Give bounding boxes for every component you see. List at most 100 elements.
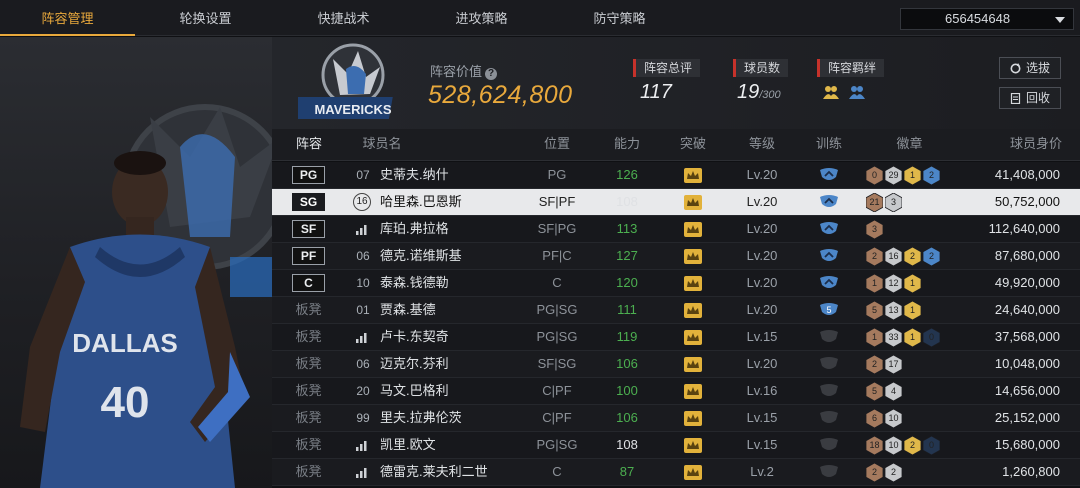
badge-count: 2 [871,251,877,261]
bench-label: 板凳 [295,302,322,317]
help-icon[interactable]: ? [485,68,498,80]
badge-hex-icon: 16 [884,246,903,267]
training-shield-icon[interactable] [818,248,840,264]
breakthrough-crown-icon[interactable] [684,411,702,426]
player-level: Lv.20 [746,194,778,209]
col-price[interactable]: 球员身价 [972,129,1062,161]
lineup-value: 528,624,800 [428,81,573,109]
breakthrough-crown-icon[interactable] [684,303,702,318]
player-name[interactable]: 德克.诺维斯基 [380,243,462,269]
breakthrough-crown-icon[interactable] [684,330,702,345]
badge-count: 4 [890,386,896,396]
badge-hex-icon: 2 [865,354,884,375]
player-name[interactable]: 卢卡.东契奇 [380,324,449,350]
training-shield-icon[interactable] [818,410,840,426]
breakthrough-crown-icon[interactable] [684,465,702,480]
table-row[interactable]: SG 16 哈里森.巴恩斯 SF|PF 108 Lv.20 21 3 50,752,000 [272,189,1080,216]
table-row[interactable]: SF 库珀.弗拉格 SF|PG 113 Lv.20 3 112,640,000 [272,216,1080,243]
player-level: Lv.15 [746,437,778,452]
training-shield-icon[interactable] [818,437,840,453]
training-shield-icon[interactable] [818,221,840,237]
jersey-number: 99 [356,411,370,425]
lineup-bond-icons[interactable] [822,84,870,105]
table-row[interactable]: 板凳 凯里.欧文 PG|SG 108 Lv.15 18 10 2 0 15,680,000 [272,432,1080,459]
training-shield-icon[interactable] [818,383,840,399]
player-name[interactable]: 里夫.拉弗伦茨 [380,405,462,431]
col-ability[interactable]: 能力 [592,129,662,161]
player-name[interactable]: 德雷克.莱夫利二世 [380,459,488,485]
slot-badge: C [292,274,325,292]
badge-hex-icon: 4 [884,381,903,402]
player-name[interactable]: 马文.巴格利 [380,378,449,404]
training-shield-icon[interactable] [818,329,840,345]
lineup-value-label: 阵容价值? [430,61,498,80]
player-level: Lv.20 [746,275,778,290]
bench-label: 板凳 [295,383,322,398]
account-id: 656454648 [945,11,1011,26]
account-select[interactable]: 656454648 [900,8,1074,30]
training-shield-icon[interactable] [818,194,840,210]
breakthrough-crown-icon[interactable] [684,384,702,399]
badge-hex-icon: 18 [865,435,884,456]
recycle-button[interactable]: 回收 [999,87,1061,109]
tab-lineup[interactable]: 阵容管理 [0,0,135,36]
breakthrough-crown-icon[interactable] [684,357,702,372]
trade-button[interactable]: 选拔 [999,57,1061,79]
badge-count: 6 [871,413,877,423]
table-row[interactable]: PF 06 德克.诺维斯基 PF|C 127 Lv.20 2 16 2 2 87,680,000 [272,243,1080,270]
tab-offense[interactable]: 进攻策略 [414,0,549,36]
tab-quick-tactics[interactable]: 快捷战术 [276,0,411,36]
table-row[interactable]: 板凳 01 贾森.基德 PG|SG 111 Lv.20 5 5 13 1 24,640,000 [272,297,1080,324]
badge-count: 2 [871,359,877,369]
badge-hex-icon: 2 [865,246,884,267]
player-name[interactable]: 史蒂夫.纳什 [380,162,449,188]
table-row[interactable]: 板凳 卢卡.东契奇 PG|SG 119 Lv.15 1 33 1 0 37,568,000 [272,324,1080,351]
badge-hex-icon: 17 [884,354,903,375]
player-name[interactable]: 哈里森.巴恩斯 [380,189,462,215]
breakthrough-crown-icon[interactable] [684,438,702,453]
jersey-number: 07 [356,168,370,182]
table-row[interactable]: 板凳 20 马文.巴格利 C|PF 100 Lv.16 5 4 14,656,000 [272,378,1080,405]
table-row[interactable]: 板凳 99 里夫.拉弗伦茨 C|PF 106 Lv.15 6 10 25,152,000 [272,405,1080,432]
table-row[interactable]: 板凳 德雷克.莱夫利二世 C 87 Lv.2 2 2 1,260,800 [272,459,1080,486]
player-name[interactable]: 泰森.钱德勒 [380,270,449,296]
col-slot[interactable]: 阵容 [284,129,334,161]
training-shield-icon[interactable] [818,275,840,291]
table-row[interactable]: PG 07 史蒂夫.纳什 PG 126 Lv.20 0 29 1 2 41,408,000 [272,162,1080,189]
col-breakthrough[interactable]: 突破 [658,129,728,161]
badge-hex-icon: 21 [865,192,884,213]
player-name[interactable]: 迈克尔.芬利 [380,351,449,377]
col-name[interactable]: 球员名 [352,129,412,161]
jersey-number-text: 40 [101,378,150,427]
player-ability: 108 [616,194,638,209]
col-position[interactable]: 位置 [522,129,592,161]
col-level[interactable]: 等级 [727,129,797,161]
table-row[interactable]: C 10 泰森.钱德勒 C 120 Lv.20 1 12 1 49,920,000 [272,270,1080,297]
breakthrough-crown-icon[interactable] [684,168,702,183]
col-training[interactable]: 训练 [794,129,864,161]
breakthrough-crown-icon[interactable] [684,195,702,210]
badge-hex-icon: 0 [922,327,941,348]
table-row[interactable]: 板凳 06 迈克尔.芬利 SF|SG 106 Lv.20 2 17 10,048,000 [272,351,1080,378]
training-shield-icon[interactable] [818,356,840,372]
breakthrough-crown-icon[interactable] [684,276,702,291]
tab-rotation[interactable]: 轮换设置 [138,0,273,36]
jersey-number: 01 [356,303,370,317]
player-name[interactable]: 库珀.弗拉格 [380,216,449,242]
lineup-value-label-text: 阵容价值 [430,64,483,79]
training-shield-icon[interactable] [818,167,840,183]
player-name[interactable]: 凯里.欧文 [380,432,436,458]
badge-hex-icon: 2 [922,165,941,186]
bench-label: 板凳 [295,329,322,344]
breakthrough-crown-icon[interactable] [684,249,702,264]
training-shield-icon[interactable]: 5 [818,302,840,318]
tab-defense[interactable]: 防守策略 [552,0,687,36]
breakthrough-crown-icon[interactable] [684,222,702,237]
training-shield-icon[interactable] [818,464,840,480]
player-name[interactable]: 贾森.基德 [380,297,436,323]
badge-count: 13 [888,305,899,315]
badge-hex-icon: 6 [865,408,884,429]
col-badges[interactable]: 徽章 [872,129,947,161]
player-ability: 126 [616,167,638,182]
player-ability: 106 [616,356,638,371]
